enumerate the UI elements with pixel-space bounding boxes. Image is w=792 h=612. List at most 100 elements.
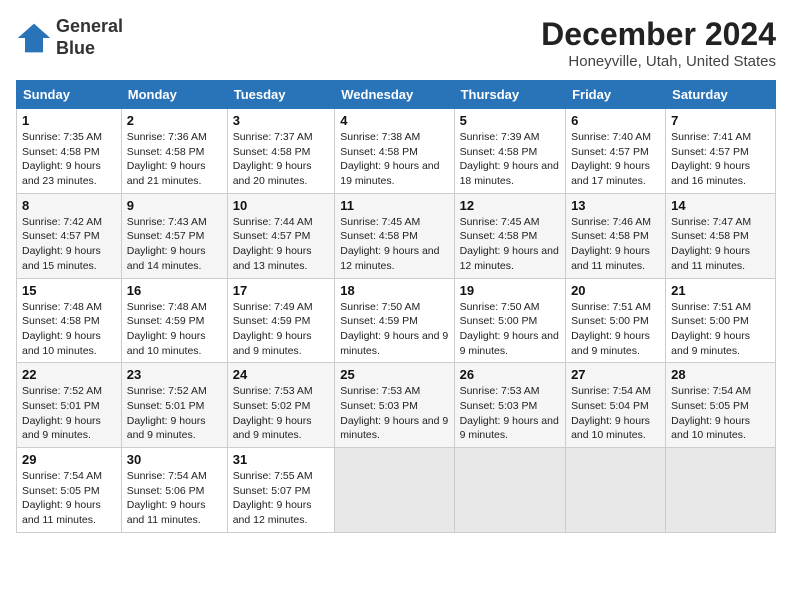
calendar-cell: 6 Sunrise: 7:40 AMSunset: 4:57 PMDaylight… xyxy=(566,109,666,194)
calendar-cell: 1Sunrise: 7:35 AMSunset: 4:58 PMDaylight… xyxy=(17,109,122,194)
day-number: 2 xyxy=(127,113,222,128)
day-number: 28 xyxy=(671,367,770,382)
day-detail: Sunrise: 7:42 AMSunset: 4:57 PMDaylight:… xyxy=(22,216,102,272)
calendar-week-row: 15 Sunrise: 7:48 AMSunset: 4:58 PMDayligh… xyxy=(17,278,776,363)
col-saturday: Saturday xyxy=(666,81,776,109)
day-number: 22 xyxy=(22,367,116,382)
day-number: 16 xyxy=(127,283,222,298)
day-detail: Sunrise: 7:54 AMSunset: 5:06 PMDaylight:… xyxy=(127,470,207,526)
col-monday: Monday xyxy=(121,81,227,109)
calendar-cell: 19Sunrise: 7:50 AMSunset: 5:00 PMDayligh… xyxy=(454,278,565,363)
day-number: 7 xyxy=(671,113,770,128)
day-detail: Sunrise: 7:40 AMSunset: 4:57 PMDaylight:… xyxy=(571,131,651,187)
day-number: 8 xyxy=(22,198,116,213)
day-number: 23 xyxy=(127,367,222,382)
day-number: 24 xyxy=(233,367,330,382)
col-tuesday: Tuesday xyxy=(227,81,335,109)
day-detail: Sunrise: 7:41 AMSunset: 4:57 PMDaylight:… xyxy=(671,131,751,187)
calendar-cell: 16 Sunrise: 7:48 AMSunset: 4:59 PMDayligh… xyxy=(121,278,227,363)
calendar-cell: 10Sunrise: 7:44 AMSunset: 4:57 PMDayligh… xyxy=(227,193,335,278)
day-number: 5 xyxy=(460,113,560,128)
day-detail: Sunrise: 7:48 AMSunset: 4:59 PMDaylight:… xyxy=(127,301,207,357)
day-detail: Sunrise: 7:53 AMSunset: 5:03 PMDaylight:… xyxy=(340,385,448,441)
title-block: December 2024 Honeyville, Utah, United S… xyxy=(541,16,776,70)
calendar-cell: 14Sunrise: 7:47 AMSunset: 4:58 PMDayligh… xyxy=(666,193,776,278)
day-detail: Sunrise: 7:54 AMSunset: 5:05 PMDaylight:… xyxy=(671,385,751,441)
day-number: 31 xyxy=(233,452,330,467)
page-header: General Blue December 2024 Honeyville, U… xyxy=(16,16,776,70)
day-detail: Sunrise: 7:54 AMSunset: 5:04 PMDaylight:… xyxy=(571,385,651,441)
day-detail: Sunrise: 7:38 AMSunset: 4:58 PMDaylight:… xyxy=(340,131,439,187)
day-number: 15 xyxy=(22,283,116,298)
calendar-title: December 2024 xyxy=(541,16,776,53)
day-detail: Sunrise: 7:48 AMSunset: 4:58 PMDaylight:… xyxy=(22,301,102,357)
calendar-cell: 18 Sunrise: 7:50 AMSunset: 4:59 PMDayligh… xyxy=(335,278,454,363)
calendar-cell xyxy=(335,448,454,533)
calendar-cell: 27 Sunrise: 7:54 AMSunset: 5:04 PMDayligh… xyxy=(566,363,666,448)
calendar-cell: 26 Sunrise: 7:53 AMSunset: 5:03 PMDayligh… xyxy=(454,363,565,448)
day-number: 6 xyxy=(571,113,660,128)
day-number: 17 xyxy=(233,283,330,298)
day-number: 12 xyxy=(460,198,560,213)
calendar-cell: 5 Sunrise: 7:39 AMSunset: 4:58 PMDaylight… xyxy=(454,109,565,194)
calendar-week-row: 1Sunrise: 7:35 AMSunset: 4:58 PMDaylight… xyxy=(17,109,776,194)
day-detail: Sunrise: 7:54 AMSunset: 5:05 PMDaylight:… xyxy=(22,470,102,526)
logo-text: General Blue xyxy=(56,16,123,59)
day-detail: Sunrise: 7:37 AMSunset: 4:58 PMDaylight:… xyxy=(233,131,313,187)
calendar-week-row: 22 Sunrise: 7:52 AMSunset: 5:01 PMDayligh… xyxy=(17,363,776,448)
day-number: 11 xyxy=(340,198,448,213)
calendar-cell: 15 Sunrise: 7:48 AMSunset: 4:58 PMDayligh… xyxy=(17,278,122,363)
day-number: 30 xyxy=(127,452,222,467)
day-detail: Sunrise: 7:53 AMSunset: 5:02 PMDaylight:… xyxy=(233,385,313,441)
col-wednesday: Wednesday xyxy=(335,81,454,109)
calendar-cell: 12 Sunrise: 7:45 AMSunset: 4:58 PMDayligh… xyxy=(454,193,565,278)
logo-icon xyxy=(16,20,52,56)
day-detail: Sunrise: 7:49 AMSunset: 4:59 PMDaylight:… xyxy=(233,301,313,357)
day-number: 3 xyxy=(233,113,330,128)
day-number: 29 xyxy=(22,452,116,467)
calendar-cell: 3 Sunrise: 7:37 AMSunset: 4:58 PMDaylight… xyxy=(227,109,335,194)
day-detail: Sunrise: 7:50 AMSunset: 5:00 PMDaylight:… xyxy=(460,301,559,357)
calendar-cell xyxy=(566,448,666,533)
calendar-cell: 13 Sunrise: 7:46 AMSunset: 4:58 PMDayligh… xyxy=(566,193,666,278)
day-number: 21 xyxy=(671,283,770,298)
calendar-cell: 25 Sunrise: 7:53 AMSunset: 5:03 PMDayligh… xyxy=(335,363,454,448)
day-detail: Sunrise: 7:47 AMSunset: 4:58 PMDaylight:… xyxy=(671,216,751,272)
day-detail: Sunrise: 7:39 AMSunset: 4:58 PMDaylight:… xyxy=(460,131,559,187)
calendar-cell xyxy=(666,448,776,533)
day-detail: Sunrise: 7:45 AMSunset: 4:58 PMDaylight:… xyxy=(460,216,559,272)
col-friday: Friday xyxy=(566,81,666,109)
day-detail: Sunrise: 7:55 AMSunset: 5:07 PMDaylight:… xyxy=(233,470,313,526)
day-detail: Sunrise: 7:36 AMSunset: 4:58 PMDaylight:… xyxy=(127,131,207,187)
day-detail: Sunrise: 7:35 AMSunset: 4:58 PMDaylight:… xyxy=(22,131,102,187)
day-detail: Sunrise: 7:52 AMSunset: 5:01 PMDaylight:… xyxy=(22,385,102,441)
col-sunday: Sunday xyxy=(17,81,122,109)
calendar-cell: 23Sunrise: 7:52 AMSunset: 5:01 PMDayligh… xyxy=(121,363,227,448)
calendar-cell: 4 Sunrise: 7:38 AMSunset: 4:58 PMDaylight… xyxy=(335,109,454,194)
col-thursday: Thursday xyxy=(454,81,565,109)
day-number: 18 xyxy=(340,283,448,298)
calendar-week-row: 8 Sunrise: 7:42 AMSunset: 4:57 PMDaylight… xyxy=(17,193,776,278)
calendar-cell: 21 Sunrise: 7:51 AMSunset: 5:00 PMDayligh… xyxy=(666,278,776,363)
day-number: 13 xyxy=(571,198,660,213)
calendar-body: 1Sunrise: 7:35 AMSunset: 4:58 PMDaylight… xyxy=(17,109,776,533)
calendar-week-row: 29 Sunrise: 7:54 AMSunset: 5:05 PMDayligh… xyxy=(17,448,776,533)
day-number: 27 xyxy=(571,367,660,382)
calendar-cell xyxy=(454,448,565,533)
day-detail: Sunrise: 7:46 AMSunset: 4:58 PMDaylight:… xyxy=(571,216,651,272)
day-number: 9 xyxy=(127,198,222,213)
day-detail: Sunrise: 7:53 AMSunset: 5:03 PMDaylight:… xyxy=(460,385,559,441)
day-number: 20 xyxy=(571,283,660,298)
day-detail: Sunrise: 7:50 AMSunset: 4:59 PMDaylight:… xyxy=(340,301,448,357)
day-number: 26 xyxy=(460,367,560,382)
day-detail: Sunrise: 7:51 AMSunset: 5:00 PMDaylight:… xyxy=(671,301,751,357)
calendar-cell: 31 Sunrise: 7:55 AMSunset: 5:07 PMDayligh… xyxy=(227,448,335,533)
calendar-header-row: Sunday Monday Tuesday Wednesday Thursday… xyxy=(17,81,776,109)
calendar-cell: 11Sunrise: 7:45 AMSunset: 4:58 PMDayligh… xyxy=(335,193,454,278)
calendar-table: Sunday Monday Tuesday Wednesday Thursday… xyxy=(16,80,776,533)
calendar-cell: 22 Sunrise: 7:52 AMSunset: 5:01 PMDayligh… xyxy=(17,363,122,448)
calendar-cell: 30 Sunrise: 7:54 AMSunset: 5:06 PMDayligh… xyxy=(121,448,227,533)
logo: General Blue xyxy=(16,16,123,59)
day-number: 25 xyxy=(340,367,448,382)
day-number: 4 xyxy=(340,113,448,128)
